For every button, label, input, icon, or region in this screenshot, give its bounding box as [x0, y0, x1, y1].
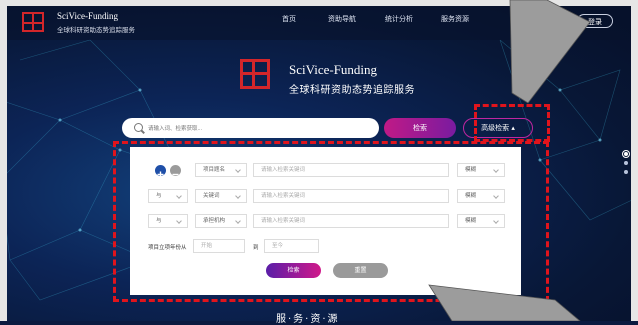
annotation-arrows: [428, 0, 591, 321]
annotation-arrow-top: [509, 0, 591, 104]
annotation-arrow-bottom: [428, 284, 581, 321]
